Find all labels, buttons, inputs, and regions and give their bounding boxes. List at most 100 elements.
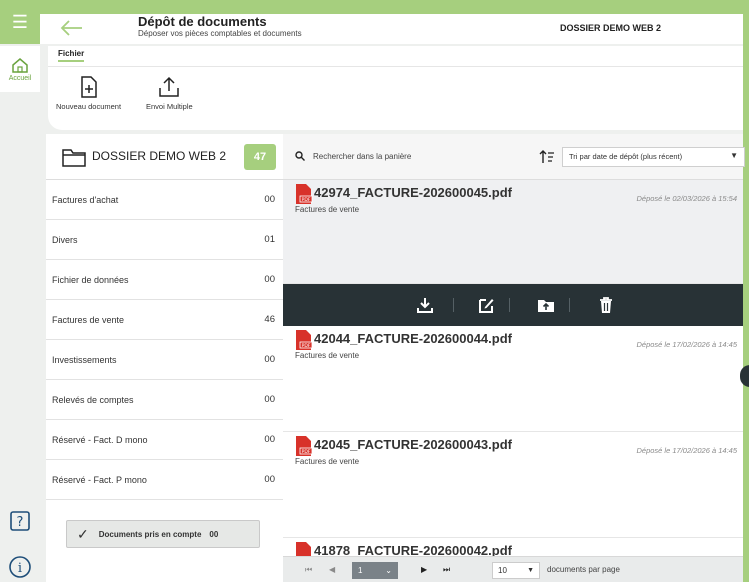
page-subtitle: Déposer vos pièces comptables et documen… [138,29,302,38]
action-divider [509,298,510,312]
page-header: Dépôt de documents Déposer vos pièces co… [40,14,743,44]
page-title: Dépôt de documents [138,14,267,29]
upload-icon [159,76,180,97]
window-right-border [743,0,749,582]
document-date: Déposé le 17/02/2026 à 14:45 [636,446,738,455]
folder-header[interactable]: DOSSIER DEMO WEB 2 47 [46,134,283,180]
document-date: Déposé le 17/02/2026 à 14:45 [636,340,738,349]
document-action-bar [283,284,743,326]
category-label: Factures de vente [52,314,125,325]
document-category: Factures de vente [295,205,360,214]
chevron-down-icon: ▼ [730,151,738,160]
documents-taken-button[interactable]: ✓ Documents pris en compte 00 [66,520,260,548]
category-count: 00 [264,194,275,205]
document-item[interactable]: PDF 42974_FACTURE-202600045.pdf Factures… [283,180,743,284]
category-row[interactable]: Relevés de comptes 00 [46,380,283,420]
category-row[interactable]: Factures de vente 46 [46,300,283,340]
page-size-select[interactable]: 10 ▼ [492,562,540,579]
info-icon[interactable]: i [8,555,32,579]
page-select[interactable]: 1 ⌄ [352,562,398,579]
category-label: Relevés de comptes [52,394,134,405]
trash-icon[interactable] [597,296,615,314]
help-icon[interactable]: ? [9,510,31,532]
folder-name: DOSSIER DEMO WEB 2 [92,149,227,163]
category-label: Réservé - Fact. P mono [52,474,147,485]
tab-fichier[interactable]: Fichier [58,49,85,62]
category-count: 00 [264,434,275,445]
page-size-label: documents par page [547,565,620,574]
search-icon[interactable] [295,151,305,161]
folder-count-badge: 47 [244,144,276,170]
svg-text:PDF: PDF [302,449,311,455]
home-nav-button[interactable]: Accueil [0,46,40,92]
multi-upload-button[interactable]: Envoi Multiple [146,76,193,111]
svg-text:?: ? [17,515,24,530]
category-row[interactable]: Factures d'achat 00 [46,180,283,220]
pdf-file-icon [296,542,311,556]
folder-panel: DOSSIER DEMO WEB 2 47 Factures d'achat 00… [46,134,283,582]
chevron-down-icon: ⌄ [385,566,392,575]
sort-order-icon[interactable] [539,149,555,165]
document-name: 42045_FACTURE-202600043.pdf [314,437,512,452]
document-name: 42044_FACTURE-202600044.pdf [314,331,512,346]
current-page: 1 [358,566,363,575]
last-page-icon[interactable]: ⏭ [443,565,450,575]
download-icon[interactable] [416,296,434,314]
documents-taken-label: Documents pris en compte [98,529,202,539]
document-name: 41878_FACTURE-202600042.pdf [314,543,512,556]
first-page-icon[interactable]: ⏮ [305,565,312,575]
category-row[interactable]: Réservé - Fact. D mono 00 [46,420,283,460]
checkmark-icon: ✓ [77,525,89,542]
category-count: 00 [264,354,275,365]
new-document-label: Nouveau document [56,102,122,111]
page-size-value: 10 [498,566,507,575]
menu-button[interactable]: ☰ [0,0,40,44]
search-input[interactable]: Rechercher dans la panière [313,152,411,161]
document-item[interactable]: PDF 42045_FACTURE-202600043.pdf Factures… [283,432,743,538]
search-bar: Rechercher dans la panière Tri par date … [283,134,745,180]
document-name: 42974_FACTURE-202600045.pdf [314,185,512,200]
multi-upload-label: Envoi Multiple [146,102,193,111]
document-item[interactable]: 41878_FACTURE-202600042.pdf [283,538,743,556]
category-label: Fichier de données [52,274,129,285]
ribbon-toolbar: Fichier Nouveau document Envoi Multiple [48,46,743,130]
new-document-button[interactable]: Nouveau document [56,76,121,111]
category-label: Factures d'achat [52,194,119,205]
category-count: 00 [264,474,275,485]
category-row[interactable]: Divers 01 [46,220,283,260]
current-folder-name: DOSSIER DEMO WEB 2 [560,23,662,33]
next-page-icon[interactable]: ▶ [421,565,427,574]
documents-taken-count: 00 [209,529,219,539]
svg-text:PDF: PDF [302,197,311,203]
category-label: Réservé - Fact. D mono [52,434,148,445]
sort-select-value: Tri par date de dépôt (plus récent) [569,152,683,161]
upload-folder-icon[interactable] [537,296,555,314]
documents-panel: Rechercher dans la panière Tri par date … [283,134,745,582]
category-row[interactable]: Fichier de données 00 [46,260,283,300]
document-item[interactable]: PDF 42044_FACTURE-202600044.pdf Factures… [283,326,743,432]
chevron-down-icon: ▼ [527,567,534,574]
category-label: Divers [52,234,78,245]
category-list: Factures d'achat 00 Divers 01 Fichier de d… [46,180,283,500]
ribbon-divider [48,66,743,67]
back-arrow-icon[interactable] [58,16,84,40]
new-file-icon [80,76,97,98]
category-label: Investissements [52,354,117,365]
pdf-file-icon: PDF [296,330,313,350]
hamburger-icon: ☰ [11,11,29,32]
previous-page-icon[interactable]: ◀ [329,565,335,574]
document-date: Déposé le 02/03/2026 à 15:54 [636,194,738,203]
sort-select[interactable]: Tri par date de dépôt (plus récent) ▼ [562,147,745,167]
edit-icon[interactable] [477,296,495,314]
category-count: 46 [264,314,275,325]
window-top-border [0,0,749,14]
home-icon [12,57,28,73]
app-sidebar: ☰ Accueil ? i [0,0,40,582]
category-count: 01 [264,234,275,245]
category-count: 00 [264,274,275,285]
pagination-bar: ⏮ ◀ 1 ⌄ ▶ ⏭ 10 ▼ documents par page [283,556,743,582]
folder-icon [62,149,86,167]
action-divider [569,298,570,312]
category-row[interactable]: Réservé - Fact. P mono 00 [46,460,283,500]
category-row[interactable]: Investissements 00 [46,340,283,380]
